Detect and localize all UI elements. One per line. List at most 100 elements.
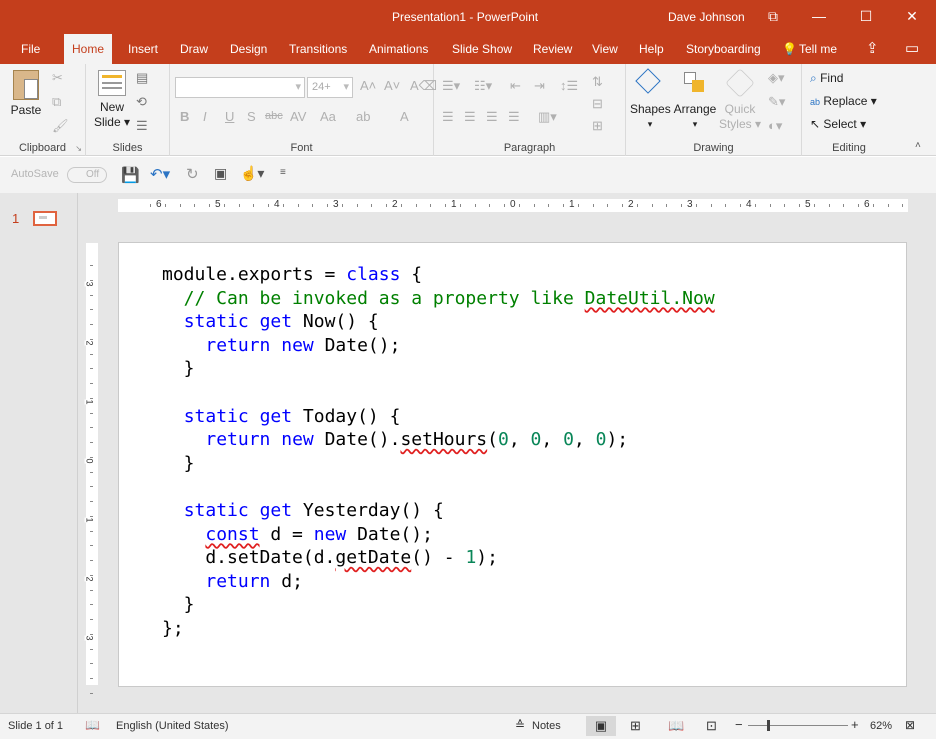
new-slide-button[interactable]: New Slide ▾ [92,70,132,130]
shape-fill-icon[interactable]: ◈▾ [768,70,785,86]
customize-qat-icon[interactable]: ≡ [280,167,286,178]
tab-file[interactable]: File [21,34,40,64]
start-from-beginning-icon[interactable]: ▣ [214,165,227,182]
tab-insert[interactable]: Insert [128,34,158,64]
section-icon[interactable]: ☰ [136,118,148,134]
font-color-button[interactable]: A [400,109,409,124]
align-text-icon[interactable]: ⊟ [592,96,603,112]
italic-button[interactable]: I [203,109,207,124]
tab-design[interactable]: Design [230,34,267,64]
shape-outline-icon[interactable]: ✎▾ [768,94,785,110]
grow-font-icon[interactable]: A˄ [360,78,376,93]
share-icon[interactable]: ⇪ [866,34,879,64]
tab-home[interactable]: Home [64,34,113,64]
clipboard-label: Clipboard [18,142,67,154]
ruler-tick [90,442,93,443]
tab-animations[interactable]: Animations [369,34,428,64]
clear-formatting-icon[interactable]: A⌫ [410,78,437,94]
maximize-button[interactable]: ☐ [854,6,878,26]
align-center-icon[interactable]: ☰ [464,109,476,125]
cut-icon[interactable]: ✂ [52,70,63,86]
font-name-field[interactable]: ▾ [175,77,305,98]
tab-slide-show[interactable]: Slide Show [452,34,512,64]
language-indicator[interactable]: English (United States) [116,720,229,732]
ruler-tick [327,204,328,207]
align-right-icon[interactable]: ☰ [486,109,498,125]
line-spacing-icon[interactable]: ↕☰ [560,78,578,94]
tab-storyboarding[interactable]: Storyboarding [686,34,761,64]
ribbon-display-options-button[interactable]: ⧉ [761,6,785,26]
zoom-slider[interactable] [748,725,848,726]
tab-view[interactable]: View [592,34,618,64]
strikethrough-button[interactable]: abc [265,110,283,122]
ribbon: Paste ✂ ⧉ 🖌 Clipboard ↘ New Slide ▾ ▤ ⟲ … [0,64,936,156]
increase-indent-icon[interactable]: ⇥ [534,78,545,94]
ruler-tick [607,204,609,207]
bullets-icon[interactable]: ☰▾ [442,78,460,94]
tab-tell-me[interactable]: Tell me [799,34,837,64]
tab-help[interactable]: Help [639,34,664,64]
reading-view-icon[interactable]: 📖 [668,718,684,734]
columns-icon[interactable]: ▥▾ [538,109,557,125]
undo-icon[interactable]: ↶▾ [150,165,170,183]
shadow-button[interactable]: S [247,109,256,124]
tab-review[interactable]: Review [533,34,572,64]
autosave-toggle[interactable]: Off [67,167,107,183]
minimize-button[interactable]: — [807,6,831,26]
text-direction-icon[interactable]: ⇅ [592,74,603,90]
shapes-button[interactable]: Shapes ▾ [630,68,671,132]
code-text-box[interactable]: module.exports = class { // Can be invok… [162,263,715,641]
save-icon[interactable]: 💾 [121,166,140,184]
underline-button[interactable]: U [225,109,234,124]
slide-show-icon[interactable]: ⊡ [706,718,717,734]
redo-icon[interactable]: ↻ [186,165,199,183]
justify-icon[interactable]: ☰ [508,109,520,125]
layout-icon[interactable]: ▤ [136,70,148,86]
arrange-button[interactable]: Arrange ▾ [672,70,718,132]
touch-mode-icon[interactable]: ☝▾ [240,165,264,182]
comments-icon[interactable]: ▭ [905,34,919,64]
font-size-field[interactable]: 24+ ▾ [307,77,353,98]
zoom-level[interactable]: 62% [870,720,892,732]
slide-canvas[interactable]: module.exports = class { // Can be invok… [118,242,907,687]
normal-view-icon[interactable]: ▣ [586,716,616,736]
user-name[interactable]: Dave Johnson [668,10,745,24]
dialog-launcher-icon[interactable]: ↘ [75,144,82,153]
ruler-label: 0 [84,458,95,464]
zoom-out-icon[interactable]: − [735,717,743,732]
close-button[interactable]: ✕ [900,6,924,26]
collapse-ribbon-icon[interactable]: ˄ [915,140,921,151]
select-button[interactable]: ↖ Select ▾ [810,117,866,131]
bold-button[interactable]: B [180,109,189,124]
tab-transitions[interactable]: Transitions [289,34,347,64]
slide-counter[interactable]: Slide 1 of 1 [8,720,63,732]
zoom-slider-thumb[interactable] [767,720,771,731]
shape-effects-icon[interactable]: ◐▾ [768,118,782,134]
zoom-in-icon[interactable]: + [851,717,859,732]
shrink-font-icon[interactable]: A˅ [384,78,400,93]
code-line-9: } [162,452,195,474]
decrease-indent-icon[interactable]: ⇤ [510,78,521,94]
character-spacing-button[interactable]: AV [290,109,306,124]
reset-icon[interactable]: ⟲ [136,94,147,110]
copy-icon[interactable]: ⧉ [52,94,61,110]
fit-slide-icon[interactable]: ⊠ [905,718,915,732]
quick-styles-button[interactable]: Quick Styles ▾ [718,68,762,132]
notes-button[interactable]: Notes [532,720,561,732]
highlight-icon[interactable]: ab [356,109,370,124]
align-left-icon[interactable]: ☰ [442,109,454,125]
ruler-tick [725,204,727,207]
tab-draw[interactable]: Draw [180,34,208,64]
ruler-tick [533,204,535,207]
format-painter-icon[interactable]: 🖌 [52,118,69,134]
change-case-button[interactable]: Aa [320,109,336,124]
smartart-icon[interactable]: ⊞ [592,118,603,134]
slide-thumbnail[interactable] [33,211,57,226]
code-line-1: module.exports = class { [162,264,423,285]
slide-sorter-icon[interactable]: ⊞ [630,718,641,734]
numbering-icon[interactable]: ☷▾ [474,78,492,94]
spell-check-icon[interactable]: 📖 [85,718,100,732]
paste-button[interactable]: Paste [8,70,44,118]
find-button[interactable]: ⌕ Find [810,71,843,86]
replace-button[interactable]: ab Replace ▾ [810,94,877,108]
